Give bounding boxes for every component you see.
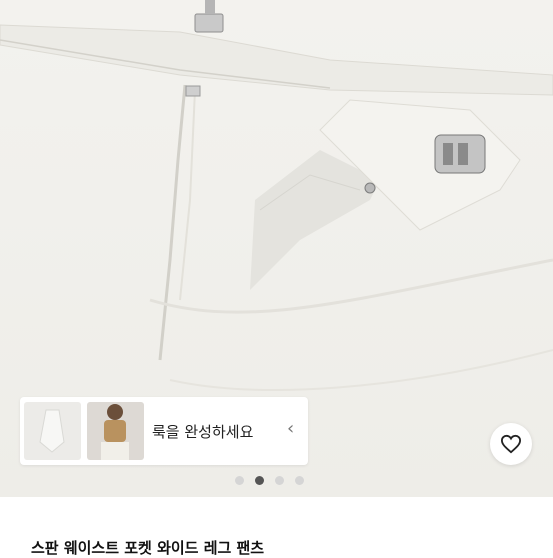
complete-the-look-label: 룩을 완성하세요 [152,423,254,441]
heart-icon [500,434,522,454]
chevron-left-icon[interactable]: ‹ [287,418,294,439]
product-title: 스판 웨이스트 포켓 와이드 레그 팬츠 [31,539,265,557]
carousel-dot[interactable] [235,476,244,485]
look-thumbnail-top[interactable] [24,402,81,460]
look-thumbnail-model[interactable] [87,402,144,460]
wishlist-button[interactable] [490,423,532,465]
carousel-dot-active[interactable] [255,476,264,485]
carousel-indicator [235,476,304,485]
carousel-dot[interactable] [275,476,284,485]
model-outfit-image [101,404,129,460]
complete-the-look-card[interactable]: 룩을 완성하세요 ‹ [20,397,308,465]
carousel-dot[interactable] [295,476,304,485]
halter-top-image [39,409,65,453]
